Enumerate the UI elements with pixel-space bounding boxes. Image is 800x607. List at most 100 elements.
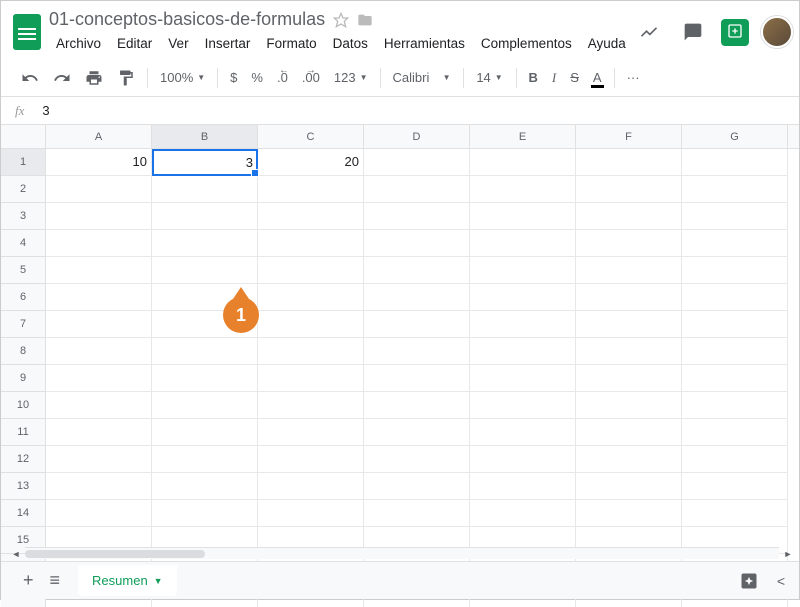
cell-empty[interactable] (470, 365, 576, 392)
cell-empty[interactable] (258, 203, 364, 230)
cell-empty[interactable] (258, 338, 364, 365)
cell-empty[interactable] (364, 392, 470, 419)
cell-empty[interactable] (576, 392, 682, 419)
cell-empty[interactable] (470, 446, 576, 473)
cell-empty[interactable] (364, 473, 470, 500)
select-all-corner[interactable] (1, 125, 46, 148)
col-header-f[interactable]: F (576, 125, 682, 148)
cell-empty[interactable] (682, 284, 788, 311)
decrease-decimal-button[interactable]: .0← (271, 66, 294, 89)
user-avatar[interactable] (761, 16, 793, 48)
menu-editar[interactable]: Editar (110, 32, 159, 55)
cell-empty[interactable] (258, 230, 364, 257)
cell-empty[interactable] (46, 473, 152, 500)
cell-empty[interactable] (46, 176, 152, 203)
row-header-9[interactable]: 9 (1, 365, 46, 392)
cell-empty[interactable] (576, 230, 682, 257)
cell-empty[interactable] (576, 338, 682, 365)
menu-insertar[interactable]: Insertar (198, 32, 258, 55)
cell-empty[interactable] (470, 419, 576, 446)
font-size-dropdown[interactable]: 14▼ (470, 66, 510, 89)
cell-empty[interactable] (152, 392, 258, 419)
number-format-dropdown[interactable]: 123▼ (328, 66, 374, 89)
cell-empty[interactable] (258, 392, 364, 419)
cell-empty[interactable] (258, 419, 364, 446)
cell-empty[interactable] (682, 257, 788, 284)
row-header-5[interactable]: 5 (1, 257, 46, 284)
cell-empty[interactable] (258, 365, 364, 392)
cell-empty[interactable] (152, 446, 258, 473)
cell-empty[interactable] (46, 365, 152, 392)
print-button[interactable] (79, 65, 109, 91)
cell-empty[interactable] (152, 365, 258, 392)
cell-empty[interactable] (470, 311, 576, 338)
cell-empty[interactable] (364, 176, 470, 203)
cell-empty[interactable] (46, 338, 152, 365)
cell-empty[interactable] (152, 419, 258, 446)
col-header-c[interactable]: C (258, 125, 364, 148)
menu-ver[interactable]: Ver (161, 32, 195, 55)
menu-herramientas[interactable]: Herramientas (377, 32, 472, 55)
row-header-13[interactable]: 13 (1, 473, 46, 500)
menu-ayuda[interactable]: Ayuda (581, 32, 633, 55)
cell-d1[interactable] (364, 149, 470, 176)
row-header-14[interactable]: 14 (1, 500, 46, 527)
cell-empty[interactable] (152, 500, 258, 527)
row-header-2[interactable]: 2 (1, 176, 46, 203)
col-header-d[interactable]: D (364, 125, 470, 148)
cell-e1[interactable] (470, 149, 576, 176)
scroll-thumb[interactable] (25, 550, 205, 558)
cell-empty[interactable] (364, 284, 470, 311)
cell-empty[interactable] (576, 419, 682, 446)
cell-empty[interactable] (364, 230, 470, 257)
cell-empty[interactable] (682, 203, 788, 230)
cell-b1[interactable]: 3 (152, 149, 258, 176)
cell-empty[interactable] (258, 473, 364, 500)
cell-empty[interactable] (46, 257, 152, 284)
zoom-dropdown[interactable]: 100%▼ (154, 66, 211, 89)
cell-empty[interactable] (152, 257, 258, 284)
cell-empty[interactable] (470, 203, 576, 230)
cell-empty[interactable] (576, 500, 682, 527)
menu-formato[interactable]: Formato (259, 32, 323, 55)
paint-format-button[interactable] (111, 65, 141, 91)
cell-empty[interactable] (682, 365, 788, 392)
cell-empty[interactable] (46, 230, 152, 257)
row-header-3[interactable]: 3 (1, 203, 46, 230)
row-header-12[interactable]: 12 (1, 446, 46, 473)
scroll-left-icon[interactable]: ◄ (9, 548, 23, 560)
cell-empty[interactable] (470, 473, 576, 500)
expand-side-panel-button[interactable]: < (777, 573, 785, 589)
cell-empty[interactable] (258, 500, 364, 527)
doc-title[interactable]: 01-conceptos-basicos-de-formulas (49, 9, 325, 30)
cell-empty[interactable] (152, 176, 258, 203)
cell-empty[interactable] (470, 338, 576, 365)
row-header-8[interactable]: 8 (1, 338, 46, 365)
col-header-g[interactable]: G (682, 125, 788, 148)
cell-empty[interactable] (152, 230, 258, 257)
cell-empty[interactable] (576, 284, 682, 311)
chevron-down-icon[interactable]: ▼ (154, 576, 163, 586)
font-dropdown[interactable]: Calibri▼ (387, 66, 457, 89)
cell-g1[interactable] (682, 149, 788, 176)
cell-empty[interactable] (576, 446, 682, 473)
activity-icon[interactable] (633, 16, 665, 48)
cell-empty[interactable] (364, 311, 470, 338)
italic-button[interactable]: I (546, 66, 562, 90)
cell-empty[interactable] (152, 203, 258, 230)
cell-empty[interactable] (576, 203, 682, 230)
explore-button[interactable] (739, 571, 759, 591)
cell-empty[interactable] (258, 446, 364, 473)
cell-empty[interactable] (364, 446, 470, 473)
cell-empty[interactable] (258, 311, 364, 338)
cell-empty[interactable] (576, 365, 682, 392)
row-header-11[interactable]: 11 (1, 419, 46, 446)
cell-empty[interactable] (364, 257, 470, 284)
cell-empty[interactable] (364, 500, 470, 527)
star-icon[interactable] (333, 12, 349, 28)
text-color-button[interactable]: A (587, 66, 608, 89)
cell-empty[interactable] (152, 473, 258, 500)
menu-archivo[interactable]: Archivo (49, 32, 108, 55)
cell-empty[interactable] (682, 419, 788, 446)
cell-empty[interactable] (682, 176, 788, 203)
